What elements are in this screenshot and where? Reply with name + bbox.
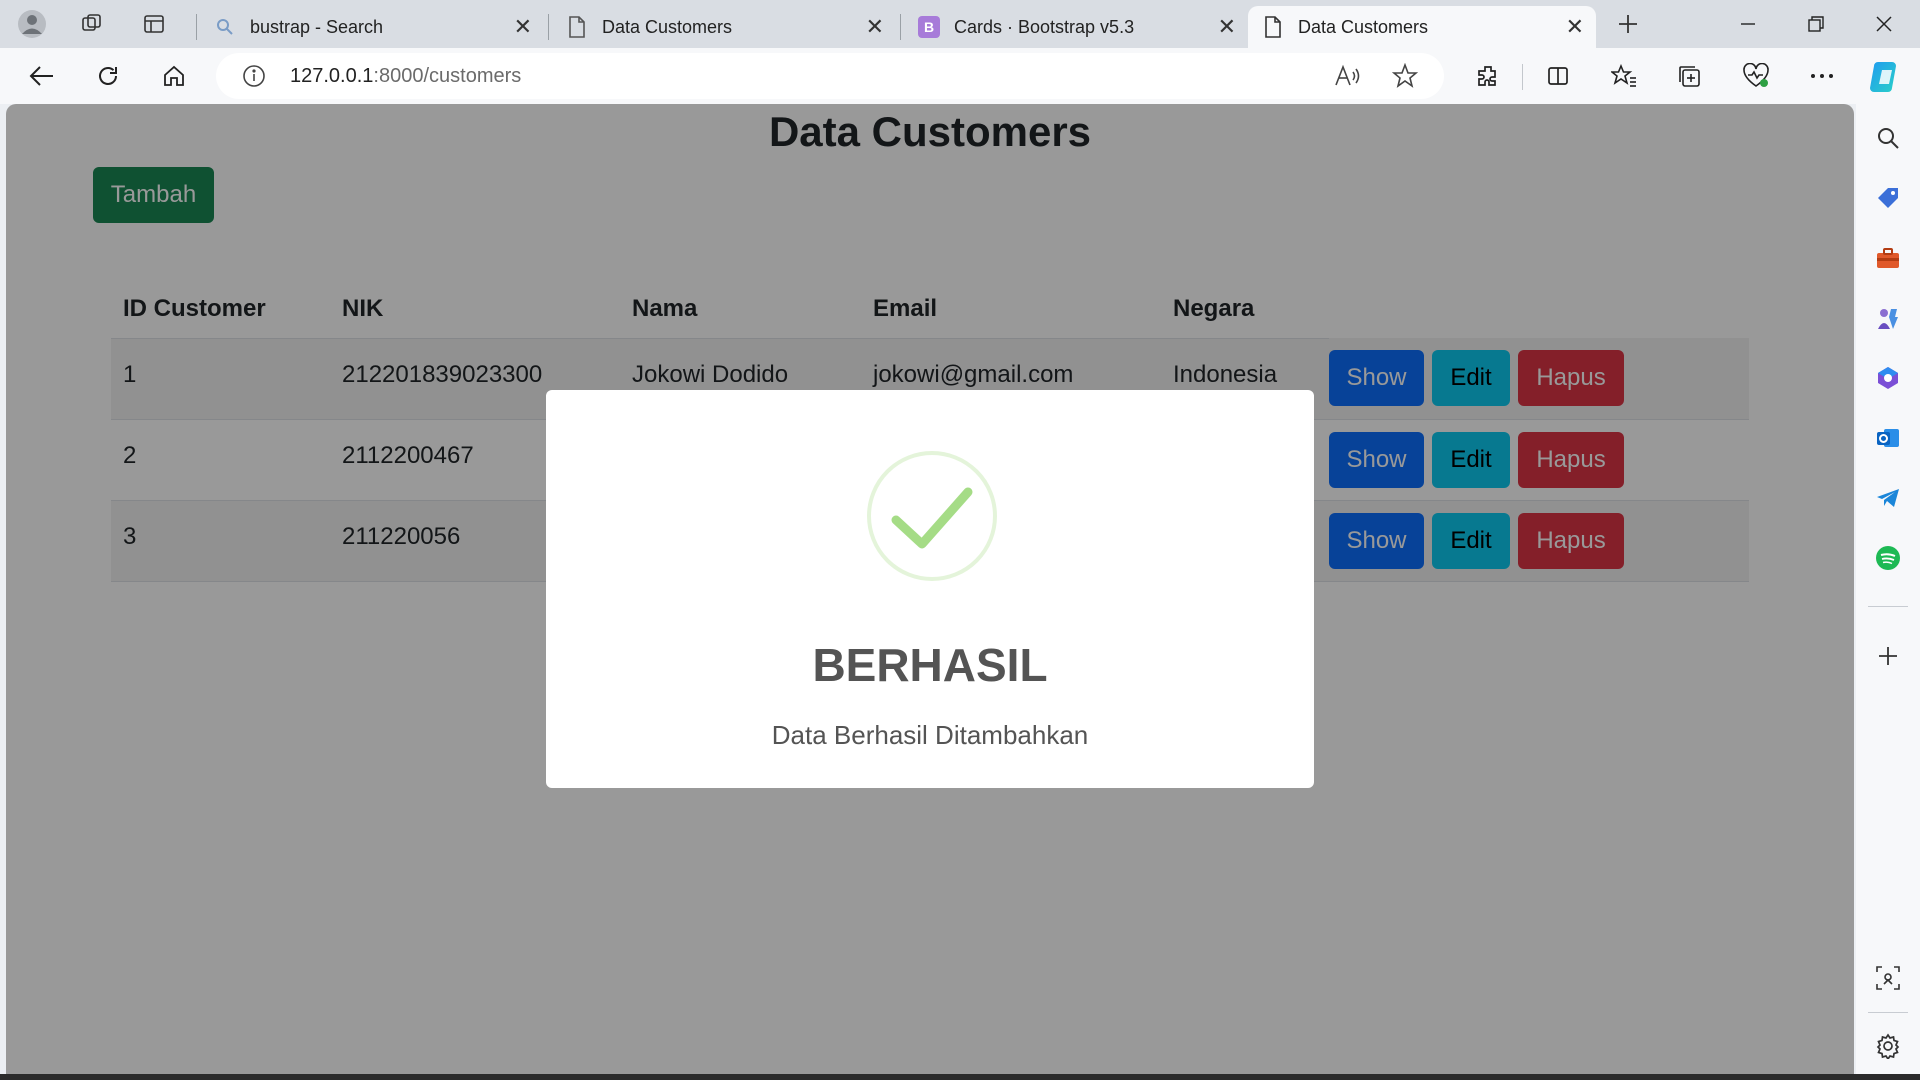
refresh-icon[interactable]: [86, 56, 130, 96]
spotify-icon[interactable]: [1872, 542, 1904, 574]
collections-icon[interactable]: [1668, 56, 1712, 96]
tools-icon[interactable]: [1872, 242, 1904, 274]
close-tab-icon[interactable]: ✕: [514, 14, 532, 40]
tab-label: Cards · Bootstrap v5.3: [954, 16, 1135, 37]
url-text[interactable]: 127.0.0.1:8000/customers: [290, 65, 521, 88]
close-tab-icon[interactable]: ✕: [1218, 14, 1236, 40]
site-info-icon[interactable]: [242, 64, 266, 93]
bootstrap-icon: B: [918, 16, 940, 38]
tab-bar: bustrap - Search ✕ Data Customers ✕ B Ca…: [0, 0, 1920, 48]
extensions-icon[interactable]: [1466, 56, 1510, 96]
address-bar[interactable]: 127.0.0.1:8000/customers: [216, 53, 1444, 99]
screenshot-icon[interactable]: [1872, 962, 1904, 994]
page-viewport: Data Customers Tambah ID Customer NIK Na…: [6, 104, 1854, 1074]
search-icon[interactable]: [1872, 122, 1904, 154]
minimize-icon[interactable]: [1714, 0, 1782, 48]
tab-label: bustrap - Search: [250, 16, 384, 37]
settings-gear-icon[interactable]: [1872, 1030, 1904, 1062]
dialog-message: Data Berhasil Ditambahkan: [771, 720, 1089, 750]
browser-essentials-icon[interactable]: [1734, 56, 1778, 96]
tab-data-customers[interactable]: Data Customers ✕: [552, 6, 896, 48]
restore-icon[interactable]: [1782, 0, 1850, 48]
success-dialog: BERHASIL Data Berhasil Ditambahkan: [546, 390, 1314, 788]
dialog-title: BERHASIL: [812, 639, 1048, 691]
split-screen-icon[interactable]: [1536, 56, 1580, 96]
copilot-icon[interactable]: [1868, 58, 1906, 96]
page-icon: [1262, 16, 1284, 38]
shopping-tag-icon[interactable]: [1872, 182, 1904, 214]
tab-data-customers-active[interactable]: Data Customers ✕: [1248, 6, 1596, 48]
back-icon[interactable]: [20, 56, 64, 96]
favorite-star-icon[interactable]: [1391, 62, 1419, 94]
more-options-icon[interactable]: [1800, 56, 1844, 96]
favorites-icon[interactable]: [1602, 56, 1646, 96]
telegram-icon[interactable]: [1872, 482, 1904, 514]
address-toolbar: 127.0.0.1:8000/customers: [0, 48, 1920, 104]
tab-label: Data Customers: [1298, 16, 1429, 37]
home-icon[interactable]: [152, 56, 196, 96]
tab-bootstrap-cards[interactable]: B Cards · Bootstrap v5.3 ✕: [904, 6, 1248, 48]
read-aloud-icon[interactable]: [1334, 64, 1362, 93]
microsoft-365-icon[interactable]: [1872, 362, 1904, 394]
tab-actions-icon[interactable]: [136, 6, 172, 42]
taskbar-edge: [0, 1074, 1920, 1080]
profile-avatar-icon[interactable]: [14, 6, 50, 42]
close-window-icon[interactable]: [1850, 0, 1918, 48]
tab-search[interactable]: bustrap - Search ✕: [200, 6, 544, 48]
add-icon[interactable]: [1872, 640, 1904, 672]
games-icon[interactable]: [1872, 302, 1904, 334]
workspaces-icon[interactable]: [74, 6, 110, 42]
new-tab-icon[interactable]: [1610, 6, 1646, 42]
page-icon: [566, 16, 588, 38]
close-tab-icon[interactable]: ✕: [1566, 14, 1584, 40]
outlook-icon[interactable]: [1872, 422, 1904, 454]
success-check-icon: [866, 450, 998, 582]
close-tab-icon[interactable]: ✕: [866, 14, 884, 40]
svg-text:B: B: [924, 19, 934, 35]
tab-label: Data Customers: [602, 16, 733, 37]
edge-sidebar: [1856, 104, 1920, 1080]
search-icon: [214, 16, 236, 38]
